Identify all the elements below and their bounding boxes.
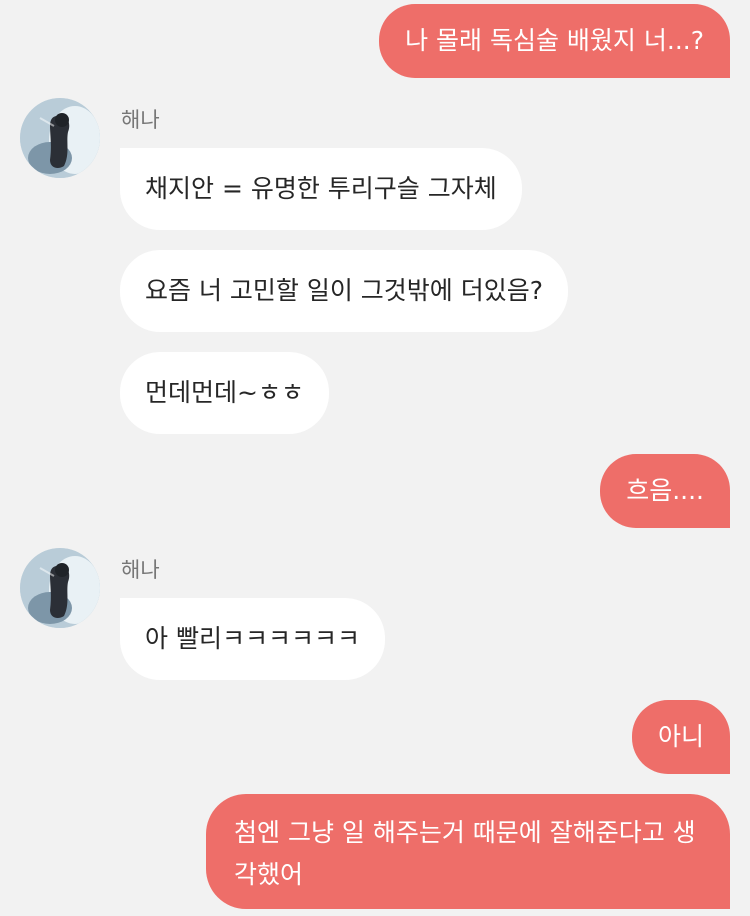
sender-name: 해나 bbox=[121, 558, 160, 582]
profile-photo-icon bbox=[20, 98, 100, 178]
sender-name: 해나 bbox=[121, 108, 160, 132]
outgoing-message-bubble[interactable]: 나 몰래 독심술 배웠지 너...? bbox=[379, 4, 730, 78]
profile-photo-icon bbox=[20, 548, 100, 628]
chat-conversation: 나 몰래 독심술 배웠지 너...? 해나 채지안 = 유명한 투리구슬 그자체… bbox=[0, 0, 750, 916]
outgoing-message-bubble[interactable]: 아니 bbox=[631, 700, 730, 774]
incoming-message-bubble[interactable]: 아 빨리ㅋㅋㅋㅋㅋㅋ bbox=[120, 598, 385, 680]
incoming-message-bubble[interactable]: 요즘 너 고민할 일이 그것밖에 더있음? bbox=[120, 250, 569, 332]
incoming-message-bubble[interactable]: 채지안 = 유명한 투리구슬 그자체 bbox=[120, 148, 522, 230]
outgoing-message-bubble[interactable]: 첨엔 그냥 일 해주는거 때문에 잘해준다고 생각했어 bbox=[206, 794, 730, 909]
incoming-message-bubble[interactable]: 먼데먼데~ㅎㅎ bbox=[120, 352, 329, 434]
avatar[interactable] bbox=[20, 548, 100, 628]
avatar[interactable] bbox=[20, 98, 100, 178]
outgoing-message-bubble[interactable]: 흐음.... bbox=[600, 454, 730, 528]
